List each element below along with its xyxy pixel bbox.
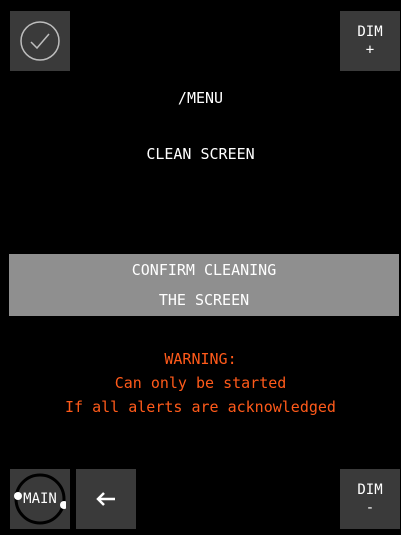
dim-minus-symbol: - <box>365 500 375 516</box>
warning-message: WARNING: Can only be started If all aler… <box>0 347 401 419</box>
dim-minus-button[interactable]: DIM - <box>340 469 400 529</box>
warning-line1: Can only be started <box>114 374 287 392</box>
dim-minus-label: DIM <box>357 482 383 498</box>
dim-plus-label: DIM <box>357 24 383 40</box>
warning-line2: If all alerts are acknowledged <box>65 398 336 416</box>
dim-plus-symbol: + <box>365 42 375 58</box>
page-title: CLEAN SCREEN <box>146 145 255 163</box>
confirm-cleaning-button[interactable]: CONFIRM CLEANING THE SCREEN <box>9 254 399 316</box>
arrow-left-icon <box>96 492 115 506</box>
main-button[interactable]: MAIN <box>10 469 70 529</box>
dim-plus-button[interactable]: DIM + <box>340 11 400 71</box>
confirm-cleaning-line2: THE SCREEN <box>158 291 250 309</box>
main-label: MAIN <box>23 491 57 507</box>
check-circle-icon <box>20 21 60 61</box>
back-button[interactable] <box>76 469 136 529</box>
breadcrumb: /MENU <box>177 89 224 107</box>
acknowledge-button[interactable] <box>10 11 70 71</box>
confirm-cleaning-line1: CONFIRM CLEANING <box>131 261 277 279</box>
warning-heading: WARNING: <box>164 350 237 368</box>
